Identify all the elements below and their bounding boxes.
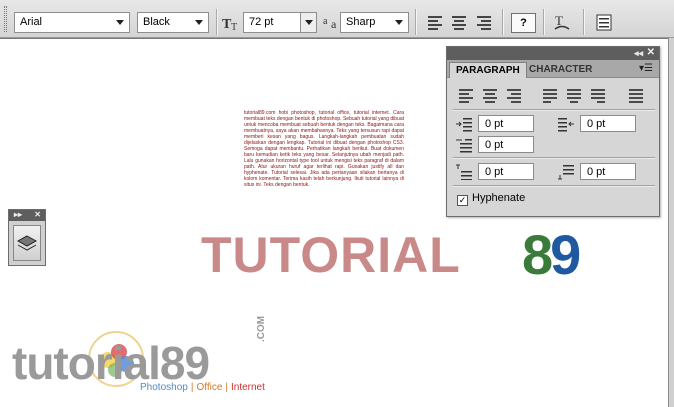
toolbar-divider [216,9,217,35]
svg-text:T: T [231,22,237,32]
panel-tabs: PARAGRAPH CHARACTER ▾☰ [447,60,659,78]
layers-icon [16,235,38,251]
hyphenate-label: Hyphenate [472,192,526,204]
tag-separator: | [190,382,194,393]
font-family-value: Arial [20,16,43,28]
antialias-select[interactable]: Sharp [340,12,409,33]
toolbar-divider [415,9,416,35]
font-family-select[interactable]: Arial [14,12,130,33]
panel-titlebar[interactable]: ◂◂ ✕ [447,47,659,60]
justify-all-icon[interactable] [629,87,645,103]
align-center-icon[interactable] [483,87,499,103]
canvas-scrollbar[interactable] [668,38,674,407]
tag-separator: | [225,382,228,393]
font-size-dropdown-button[interactable] [300,13,316,32]
expand-icon[interactable]: ▸▸ [14,210,22,219]
panel-menu-icon[interactable]: ▾☰ [639,63,653,74]
layers-button[interactable] [13,225,41,261]
alignment-buttons [453,87,653,105]
help-icon[interactable]: ? [511,13,536,33]
font-style-value: Black [143,16,170,28]
font-size-value: 72 pt [249,16,274,28]
toolbar-divider [502,9,503,35]
align-center-icon[interactable] [449,12,469,32]
svg-text:a: a [323,16,328,27]
close-icon[interactable]: ✕ [647,47,655,58]
tag-internet: Internet [230,382,265,393]
tab-character[interactable]: CHARACTER [523,62,598,78]
space-after-icon [558,165,574,180]
toolbar-divider [583,9,584,35]
justify-last-left-icon[interactable] [543,87,559,103]
indent-right-icon [558,118,574,132]
indent-first-line-icon [456,139,472,153]
collapse-icon[interactable]: ◂◂ [634,48,643,59]
indent-right-field[interactable]: 0 pt [580,115,636,132]
tag-photoshop: Photoshop [140,382,188,393]
panel-titlebar[interactable]: ▸▸ ✕ [9,210,45,221]
palettes-icon[interactable] [594,12,614,32]
antialias-icon: a a [323,16,337,31]
indent-left-field[interactable]: 0 pt [478,115,534,132]
svg-text:a: a [331,17,337,31]
antialias-value: Sharp [346,16,376,28]
align-right-icon[interactable] [507,87,523,103]
big-number-9: 9 [550,223,581,286]
space-before-field[interactable]: 0 pt [478,163,534,180]
paragraph-panel: ◂◂ ✕ PARAGRAPH CHARACTER ▾☰ 0 pt 0 pt 0 … [446,46,660,217]
hyphenate-option[interactable]: ✓ Hyphenate [457,192,525,206]
big-number: 89 [522,222,581,287]
chevron-down-icon [195,20,203,25]
font-style-select[interactable]: Black [137,12,209,33]
font-size-select[interactable]: 72 pt [243,12,317,33]
justify-last-right-icon[interactable] [591,87,607,103]
options-toolbar: Arial Black T T 72 pt a a Sharp ? T [0,0,674,38]
tag-office: Office [196,382,223,393]
toolbar-grip[interactable] [4,6,7,32]
collapsed-layers-panel: ▸▸ ✕ [8,209,46,266]
paragraph-text-block[interactable]: tutorial89.com hobi photoshop, tutorial … [244,110,404,275]
space-before-icon [456,164,472,180]
close-icon[interactable]: ✕ [34,210,41,219]
hyphenate-checkbox[interactable]: ✓ [457,195,468,206]
indent-left-icon [456,118,472,132]
warp-text-icon[interactable]: T [552,12,572,32]
indent-first-line-field[interactable]: 0 pt [478,136,534,153]
big-number-8: 8 [522,223,553,286]
align-right-icon[interactable] [474,12,494,32]
chevron-down-icon [116,20,124,25]
align-left-icon[interactable] [459,87,475,103]
space-after-field[interactable]: 0 pt [580,163,636,180]
logo-tagline: Photoshop | Office | Internet [140,382,265,393]
toolbar-divider [543,9,544,35]
justify-last-center-icon[interactable] [567,87,583,103]
site-logo: tutorial89 .COM Photoshop | Office | Interne… [12,316,292,400]
text-size-icon: T T [222,17,237,32]
align-left-icon[interactable] [425,12,445,32]
chevron-down-icon [305,20,313,25]
logo-dotcom: .COM [256,315,267,342]
chevron-down-icon [395,20,403,25]
tab-paragraph[interactable]: PARAGRAPH [449,62,527,78]
panel-divider [453,157,655,158]
panel-divider [453,185,655,186]
panel-divider [453,109,655,110]
